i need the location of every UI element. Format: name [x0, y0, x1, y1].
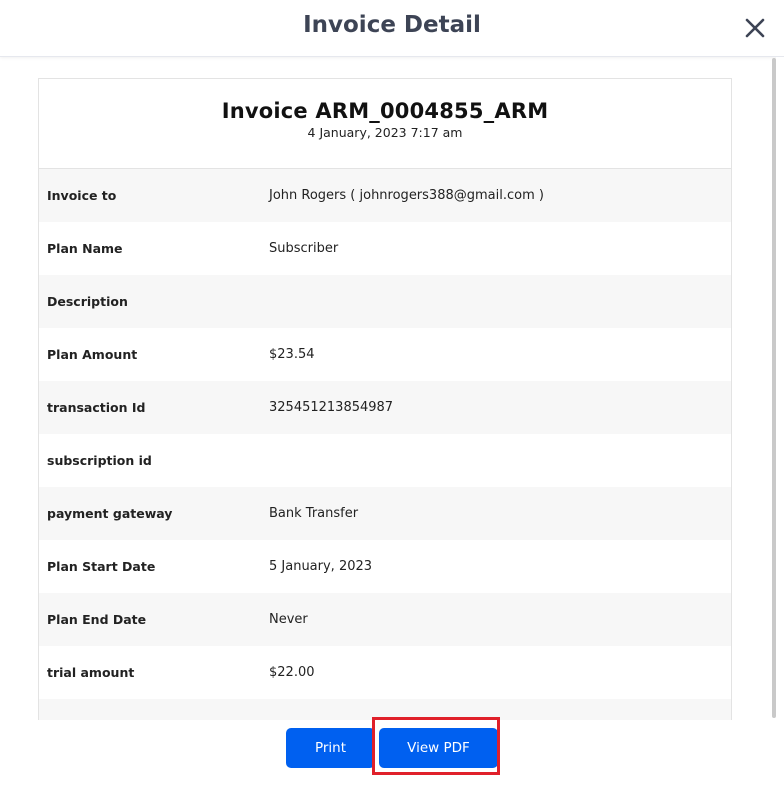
invoice-details-table: Invoice to John Rogers ( johnrogers388@gm…: [39, 169, 731, 720]
row-value: Never: [269, 612, 308, 627]
table-row: transaction Id 325451213854987: [39, 381, 731, 434]
row-label: Invoice to: [47, 188, 117, 203]
row-label: transaction Id: [47, 400, 146, 415]
table-row: trial amount $22.00: [39, 646, 731, 699]
row-label: Plan Amount: [47, 347, 138, 362]
table-row: Plan Amount $23.54: [39, 328, 731, 381]
modal-title: Invoice Detail: [303, 12, 481, 38]
row-value: 325451213854987: [269, 400, 394, 415]
invoice-date: 4 January, 2023 7:17 am: [307, 125, 463, 140]
print-button[interactable]: Print: [286, 728, 375, 768]
table-row: Plan End Date Never: [39, 593, 731, 646]
modal-header: Invoice Detail: [0, 0, 784, 57]
row-label: Plan End Date: [47, 612, 147, 627]
row-label: payment gateway: [47, 506, 173, 521]
close-icon: [745, 18, 765, 38]
table-row: Description: [39, 275, 731, 328]
view-pdf-highlight: [372, 717, 500, 775]
invoice-header: Invoice ARM_0004855_ARM 4 January, 2023 …: [39, 79, 731, 169]
row-label: Plan Start Date: [47, 559, 156, 574]
table-row: Invoice to John Rogers ( johnrogers388@gm…: [39, 169, 731, 222]
row-value: Subscriber: [269, 241, 339, 256]
row-value: $22.00: [269, 665, 315, 680]
row-value: $23.54: [269, 347, 315, 362]
invoice-title: Invoice ARM_0004855_ARM: [221, 99, 549, 123]
scrollbar-thumb[interactable]: [772, 58, 776, 718]
modal-footer: Print View PDF: [0, 717, 784, 803]
table-row: Plan Start Date 5 January, 2023: [39, 540, 731, 593]
row-label: Description: [47, 294, 128, 309]
scrollbar-track[interactable]: [776, 57, 784, 720]
table-row: Plan Name Subscriber: [39, 222, 731, 275]
invoice-card: Invoice ARM_0004855_ARM 4 January, 2023 …: [38, 78, 732, 720]
invoice-detail-modal: Invoice Detail Invoice ARM_0004855_ARM 4…: [0, 0, 784, 803]
table-row: subscription id: [39, 434, 731, 487]
row-value: John Rogers ( johnrogers388@gmail.com ): [269, 188, 544, 203]
row-label: Plan Name: [47, 241, 123, 256]
invoice-scroll-area[interactable]: Invoice ARM_0004855_ARM 4 January, 2023 …: [0, 57, 776, 720]
row-value: Bank Transfer: [269, 506, 359, 521]
row-label: subscription id: [47, 453, 152, 468]
table-row: payment gateway Bank Transfer: [39, 487, 731, 540]
close-button[interactable]: [743, 16, 767, 40]
row-label: trial amount: [47, 665, 135, 680]
row-value: 5 January, 2023: [269, 559, 373, 574]
